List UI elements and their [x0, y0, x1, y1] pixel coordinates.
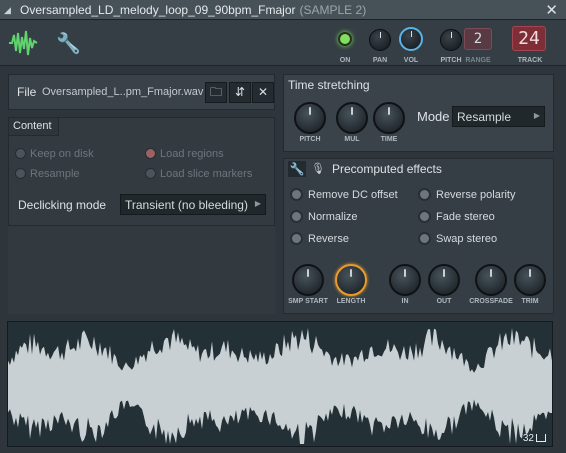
radio-icon — [145, 168, 156, 179]
remove-dc-offset-option[interactable]: Remove DC offset — [290, 188, 398, 201]
smp-start-knob[interactable] — [292, 264, 324, 296]
sample-name: Oversampled_LD_melody_loop_09_90bpm_Fmaj… — [20, 3, 296, 17]
declicking-mode-value: Transient (no bleeding) — [125, 198, 248, 212]
option-label: Keep on disk — [30, 148, 94, 160]
mixer-track-display[interactable]: 24 — [512, 26, 546, 51]
file-label: File — [17, 85, 37, 99]
window-title: Oversampled_LD_melody_loop_09_90bpm_Fmaj… — [20, 3, 366, 17]
swap-stereo-option[interactable]: Swap stereo — [418, 232, 497, 245]
keep-on-disk-option[interactable]: Keep on disk — [15, 148, 94, 160]
radio-icon — [418, 210, 431, 223]
normalize-option[interactable]: Normalize — [290, 210, 358, 223]
content-section-title: Content — [9, 118, 59, 136]
time-stretching-panel: Time stretching PITCH MUL TIME Mode Resa… — [283, 74, 554, 152]
radio-icon — [418, 188, 431, 201]
declicking-mode-label: Declicking mode — [18, 198, 107, 212]
content-panel: Content Keep on disk Load regions Resamp… — [8, 117, 275, 226]
option-label: Resample — [30, 168, 80, 180]
effect-label: Reverse — [308, 233, 349, 245]
radio-icon — [145, 148, 156, 159]
zoom-indicator[interactable]: 32 — [523, 433, 546, 444]
volume-knob[interactable] — [399, 27, 423, 51]
wrench-icon[interactable]: 🔧 — [288, 161, 306, 177]
pan-label: PAN — [372, 57, 388, 64]
in-knob[interactable] — [389, 264, 421, 296]
trim-label: TRIM — [521, 298, 539, 305]
range-label: RANGE — [465, 57, 491, 64]
declicking-mode-select[interactable]: Transient (no bleeding) ▶ — [120, 194, 266, 215]
stretch-pitch-knob[interactable] — [294, 102, 326, 134]
effect-label: Swap stereo — [436, 233, 498, 245]
on-label: ON — [339, 57, 351, 64]
on-led-toggle[interactable] — [338, 32, 352, 46]
radio-icon — [15, 148, 26, 159]
chevron-right-icon: ▶ — [254, 199, 261, 208]
precomputed-title: Precomputed effects — [332, 162, 442, 176]
reverse-polarity-option[interactable]: Reverse polarity — [418, 188, 515, 201]
stretch-mode-select[interactable]: Resample ▶ — [452, 106, 545, 127]
fade-stereo-option[interactable]: Fade stereo — [418, 210, 495, 223]
effect-label: Normalize — [308, 211, 358, 223]
file-panel: File Oversampled_L..pm_Fmajor.wav 🗀 ⇵ ✕ — [8, 74, 275, 110]
pitch-range-display[interactable]: 2 — [464, 28, 492, 50]
close-icon[interactable]: ✕ — [545, 1, 558, 19]
length-label: LENGTH — [336, 298, 366, 305]
window-titlebar[interactable]: ◢ Oversampled_LD_melody_loop_09_90bpm_Fm… — [0, 0, 566, 20]
file-name[interactable]: Oversampled_L..pm_Fmajor.wav — [42, 86, 203, 98]
chevron-right-icon: ▶ — [533, 111, 540, 120]
pan-knob[interactable] — [369, 29, 391, 51]
resample-option[interactable]: Resample — [15, 168, 80, 180]
out-knob[interactable] — [428, 264, 460, 296]
pitch-knob[interactable] — [440, 29, 462, 51]
radio-icon — [290, 210, 303, 223]
effect-label: Fade stereo — [436, 211, 495, 223]
length-knob[interactable] — [335, 264, 367, 296]
radio-icon — [418, 232, 431, 245]
microphone-icon: 🎙 — [311, 163, 325, 175]
waveform-graphic — [8, 328, 552, 444]
empty-area — [8, 226, 275, 314]
trim-knob[interactable] — [514, 264, 546, 296]
stretch-time-label: TIME — [380, 136, 398, 143]
clear-file-icon[interactable]: ✕ — [252, 82, 274, 103]
load-regions-option[interactable]: Load regions — [145, 148, 224, 160]
vol-label: VOL — [403, 57, 419, 64]
mode-label: Mode — [417, 109, 450, 124]
folder-open-icon[interactable]: 🗀 — [205, 82, 227, 103]
radio-icon — [15, 168, 26, 179]
effect-label: Reverse polarity — [436, 189, 516, 201]
precomputed-effects-panel: 🔧 🎙 Precomputed effects Remove DC offset… — [283, 158, 554, 314]
stretch-mul-knob[interactable] — [336, 102, 368, 134]
window-menu-icon[interactable]: ◢ — [4, 5, 11, 16]
radio-icon — [290, 188, 303, 201]
option-label: Load regions — [160, 148, 224, 160]
channel-toolbar: 🔧 ON PAN VOL PITCH 2 RANGE 24 TRACK — [0, 20, 566, 66]
precomputed-header: 🔧 🎙 Precomputed effects — [284, 159, 553, 179]
option-label: Load slice markers — [160, 168, 253, 180]
zoom-icon — [536, 434, 546, 442]
stretch-time-knob[interactable] — [373, 102, 405, 134]
zoom-value: 32 — [522, 433, 534, 444]
reverse-option[interactable]: Reverse — [290, 232, 349, 245]
stretch-mode-value: Resample — [457, 110, 512, 124]
waveform-display[interactable]: 32 — [7, 321, 553, 447]
crossfade-knob[interactable] — [475, 264, 507, 296]
radio-icon — [290, 232, 303, 245]
wrench-tab-icon[interactable]: 🔧 — [56, 31, 81, 56]
track-label: TRACK — [517, 57, 543, 64]
sample-slot: (SAMPLE 2) — [299, 3, 367, 17]
waveform-tab-icon[interactable] — [8, 29, 38, 57]
load-slice-markers-option[interactable]: Load slice markers — [145, 168, 252, 180]
file-browse-icon[interactable]: ⇵ — [229, 82, 251, 103]
time-stretching-title: Time stretching — [288, 78, 370, 92]
effect-label: Remove DC offset — [308, 189, 398, 201]
